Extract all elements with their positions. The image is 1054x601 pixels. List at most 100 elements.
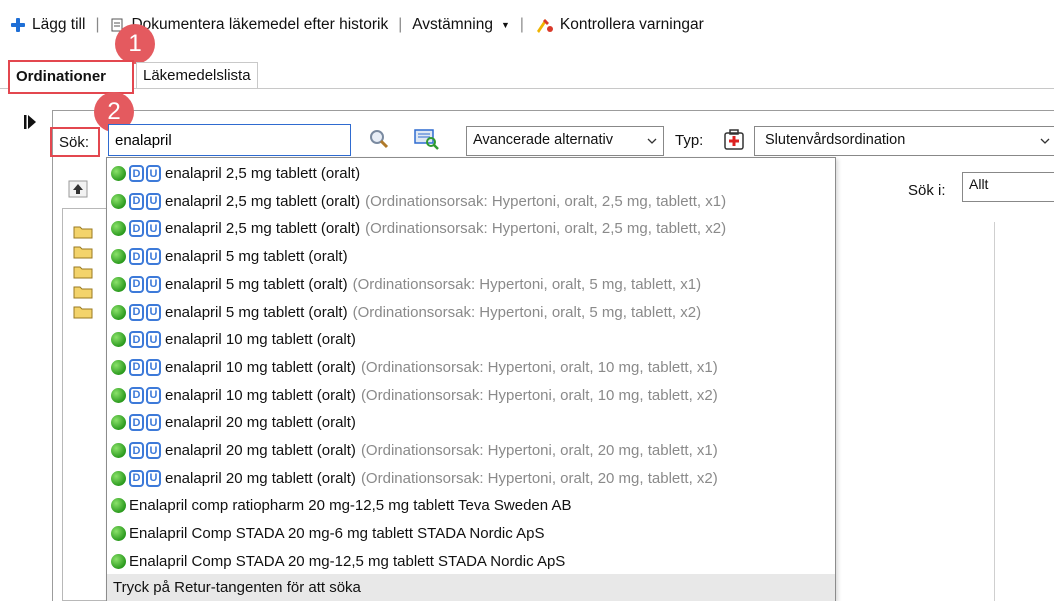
suggestion-reason: (Ordinationsorsak: Hypertoni, oralt, 5 m… — [352, 275, 702, 293]
folder-icon[interactable] — [73, 265, 93, 279]
suggestion-item[interactable]: Enalapril Comp STADA 20 mg-6 mg tablett … — [107, 520, 835, 547]
suggestion-item[interactable]: Enalapril comp ratiopharm 20 mg-12,5 mg … — [107, 492, 835, 519]
suggestion-reason: (Ordinationsorsak: Hypertoni, oralt, 20 … — [360, 442, 718, 459]
suggestion-name: Enalapril Comp STADA 20 mg-12,5 mg table… — [129, 552, 566, 570]
medical-kit-icon — [724, 129, 744, 150]
suggestion-name: enalapril 20 mg tablett (oralt) — [165, 414, 356, 432]
suggestion-name: Enalapril Comp STADA 20 mg-6 mg tablett … — [129, 525, 545, 543]
d-badge-icon: D — [129, 442, 144, 459]
chevron-down-icon — [1040, 138, 1050, 144]
step-badge-1: 1 — [115, 24, 155, 64]
folder-icon[interactable] — [73, 285, 93, 299]
suggestion-item[interactable]: D Uenalapril 20 mg tablett (oralt) (Ordina… — [107, 465, 835, 492]
advanced-search-icon[interactable] — [414, 128, 440, 150]
suggestion-item[interactable]: D Uenalapril 5 mg tablett (oralt) — [107, 243, 835, 270]
d-badge-icon: D — [129, 220, 144, 238]
suggestion-item[interactable]: D Uenalapril 2,5 mg tablett (oralt) (Ordin… — [107, 215, 835, 242]
suggestion-item[interactable]: D Uenalapril 10 mg tablett (oralt) (Ordina… — [107, 354, 835, 381]
u-badge-icon: U — [146, 192, 161, 210]
reconcile-menu[interactable]: Avstämning ▼ — [412, 16, 510, 34]
add-button-label: Lägg till — [32, 16, 86, 33]
add-button[interactable]: Lägg till — [10, 16, 85, 34]
tab-lakemedelslista[interactable]: Läkemedelslista — [136, 62, 258, 88]
available-status-icon — [111, 193, 126, 209]
caret-down-icon: ▼ — [500, 20, 510, 30]
available-status-icon — [111, 221, 126, 237]
suggestion-name: Enalapril comp ratiopharm 20 mg-12,5 mg … — [129, 497, 572, 515]
tab-ordinationer[interactable]: Ordinationer — [8, 60, 134, 94]
suggestion-item[interactable]: D Uenalapril 10 mg tablett (oralt) — [107, 326, 835, 353]
u-badge-icon: U — [146, 386, 161, 404]
document-history-button[interactable]: Dokumentera läkemedel efter historik — [109, 16, 388, 34]
search-icon[interactable] — [368, 128, 390, 150]
available-status-icon — [111, 166, 126, 181]
available-status-icon — [111, 415, 126, 431]
folder-tree — [62, 208, 106, 601]
search-suggestions-dropdown: D Uenalapril 2,5 mg tablett (oralt) D Uenal… — [106, 157, 836, 601]
d-badge-icon: D — [129, 165, 144, 182]
advanced-options-select[interactable]: Avancerade alternativ — [466, 126, 664, 156]
u-badge-icon: U — [146, 303, 161, 321]
expand-panel-icon[interactable] — [24, 114, 38, 130]
d-badge-icon: D — [129, 469, 144, 487]
search-input[interactable] — [108, 124, 351, 156]
suggestion-name: enalapril 5 mg tablett (oralt) — [165, 275, 348, 293]
suggestion-name: enalapril 10 mg tablett (oralt) — [165, 358, 356, 376]
u-badge-icon: U — [146, 220, 161, 238]
folder-icon[interactable] — [73, 305, 93, 319]
available-status-icon — [111, 387, 126, 403]
toolbar: Lägg till | Dokumentera läkemedel efter … — [10, 12, 704, 38]
folder-icon[interactable] — [73, 245, 93, 259]
suggestion-name: enalapril 20 mg tablett (oralt) — [165, 442, 356, 459]
available-status-icon — [111, 332, 126, 348]
u-badge-icon: U — [146, 414, 161, 432]
suggestion-item[interactable]: D Uenalapril 5 mg tablett (oralt) (Ordinat… — [107, 299, 835, 326]
folder-up-icon[interactable] — [68, 180, 88, 198]
search-hint[interactable]: Tryck på Retur-tangenten för att söka — [107, 574, 835, 601]
warning-check-icon — [536, 19, 553, 33]
d-badge-icon: D — [129, 386, 144, 404]
suggestion-reason: (Ordinationsorsak: Hypertoni, oralt, 2,5… — [365, 192, 727, 210]
search-in-select[interactable]: Allt — [962, 172, 1054, 202]
check-warnings-button[interactable]: Kontrollera varningar — [534, 16, 704, 34]
suggestion-item[interactable]: D Uenalapril 2,5 mg tablett (oralt) — [107, 160, 835, 187]
tab-strip-line — [0, 88, 1054, 89]
d-badge-icon: D — [129, 414, 144, 432]
search-label: Sök: — [50, 127, 100, 157]
suggestion-name: enalapril 2,5 mg tablett (oralt) — [165, 192, 361, 210]
u-badge-icon: U — [146, 358, 161, 376]
available-status-icon — [111, 526, 126, 542]
check-warnings-label: Kontrollera varningar — [559, 16, 704, 33]
suggestion-name: enalapril 5 mg tablett (oralt) — [165, 248, 348, 266]
type-select-value: Slutenvårdsordination — [765, 132, 906, 148]
toolbar-separator: | — [519, 16, 524, 33]
search-in-label: Sök i: — [908, 182, 946, 199]
suggestion-name: enalapril 2,5 mg tablett (oralt) — [165, 220, 361, 238]
reconcile-label: Avstämning — [412, 16, 493, 33]
u-badge-icon: U — [146, 469, 161, 487]
suggestion-reason: (Ordinationsorsak: Hypertoni, oralt, 10 … — [360, 358, 718, 376]
type-select[interactable]: Slutenvårdsordination — [754, 126, 1054, 156]
suggestion-item[interactable]: D Uenalapril 5 mg tablett (oralt) (Ordinat… — [107, 271, 835, 298]
d-badge-icon: D — [129, 358, 144, 376]
suggestion-item[interactable]: D Uenalapril 2,5 mg tablett (oralt) (Ordin… — [107, 188, 835, 215]
folder-icon[interactable] — [73, 225, 93, 239]
available-status-icon — [111, 470, 126, 486]
available-status-icon — [111, 498, 126, 514]
suggestion-item[interactable]: D Uenalapril 20 mg tablett (oralt) — [107, 409, 835, 436]
suggestion-item[interactable]: D Uenalapril 20 mg tablett (oralt) (Ordina… — [107, 437, 835, 464]
chevron-down-icon — [647, 138, 657, 144]
plus-icon — [10, 17, 26, 33]
advanced-options-label: Avancerade alternativ — [473, 132, 613, 148]
suggestion-item[interactable]: Enalapril Comp STADA 20 mg-12,5 mg table… — [107, 548, 835, 575]
suggestion-name: enalapril 10 mg tablett (oralt) — [165, 331, 356, 349]
available-status-icon — [111, 249, 126, 265]
d-badge-icon: D — [129, 248, 144, 266]
suggestion-item[interactable]: D Uenalapril 10 mg tablett (oralt) (Ordina… — [107, 382, 835, 409]
divider — [994, 222, 995, 601]
available-status-icon — [111, 304, 126, 320]
d-badge-icon: D — [129, 275, 144, 293]
suggestion-reason: (Ordinationsorsak: Hypertoni, oralt, 5 m… — [352, 303, 702, 321]
type-label: Typ: — [675, 132, 704, 149]
d-badge-icon: D — [129, 303, 144, 321]
